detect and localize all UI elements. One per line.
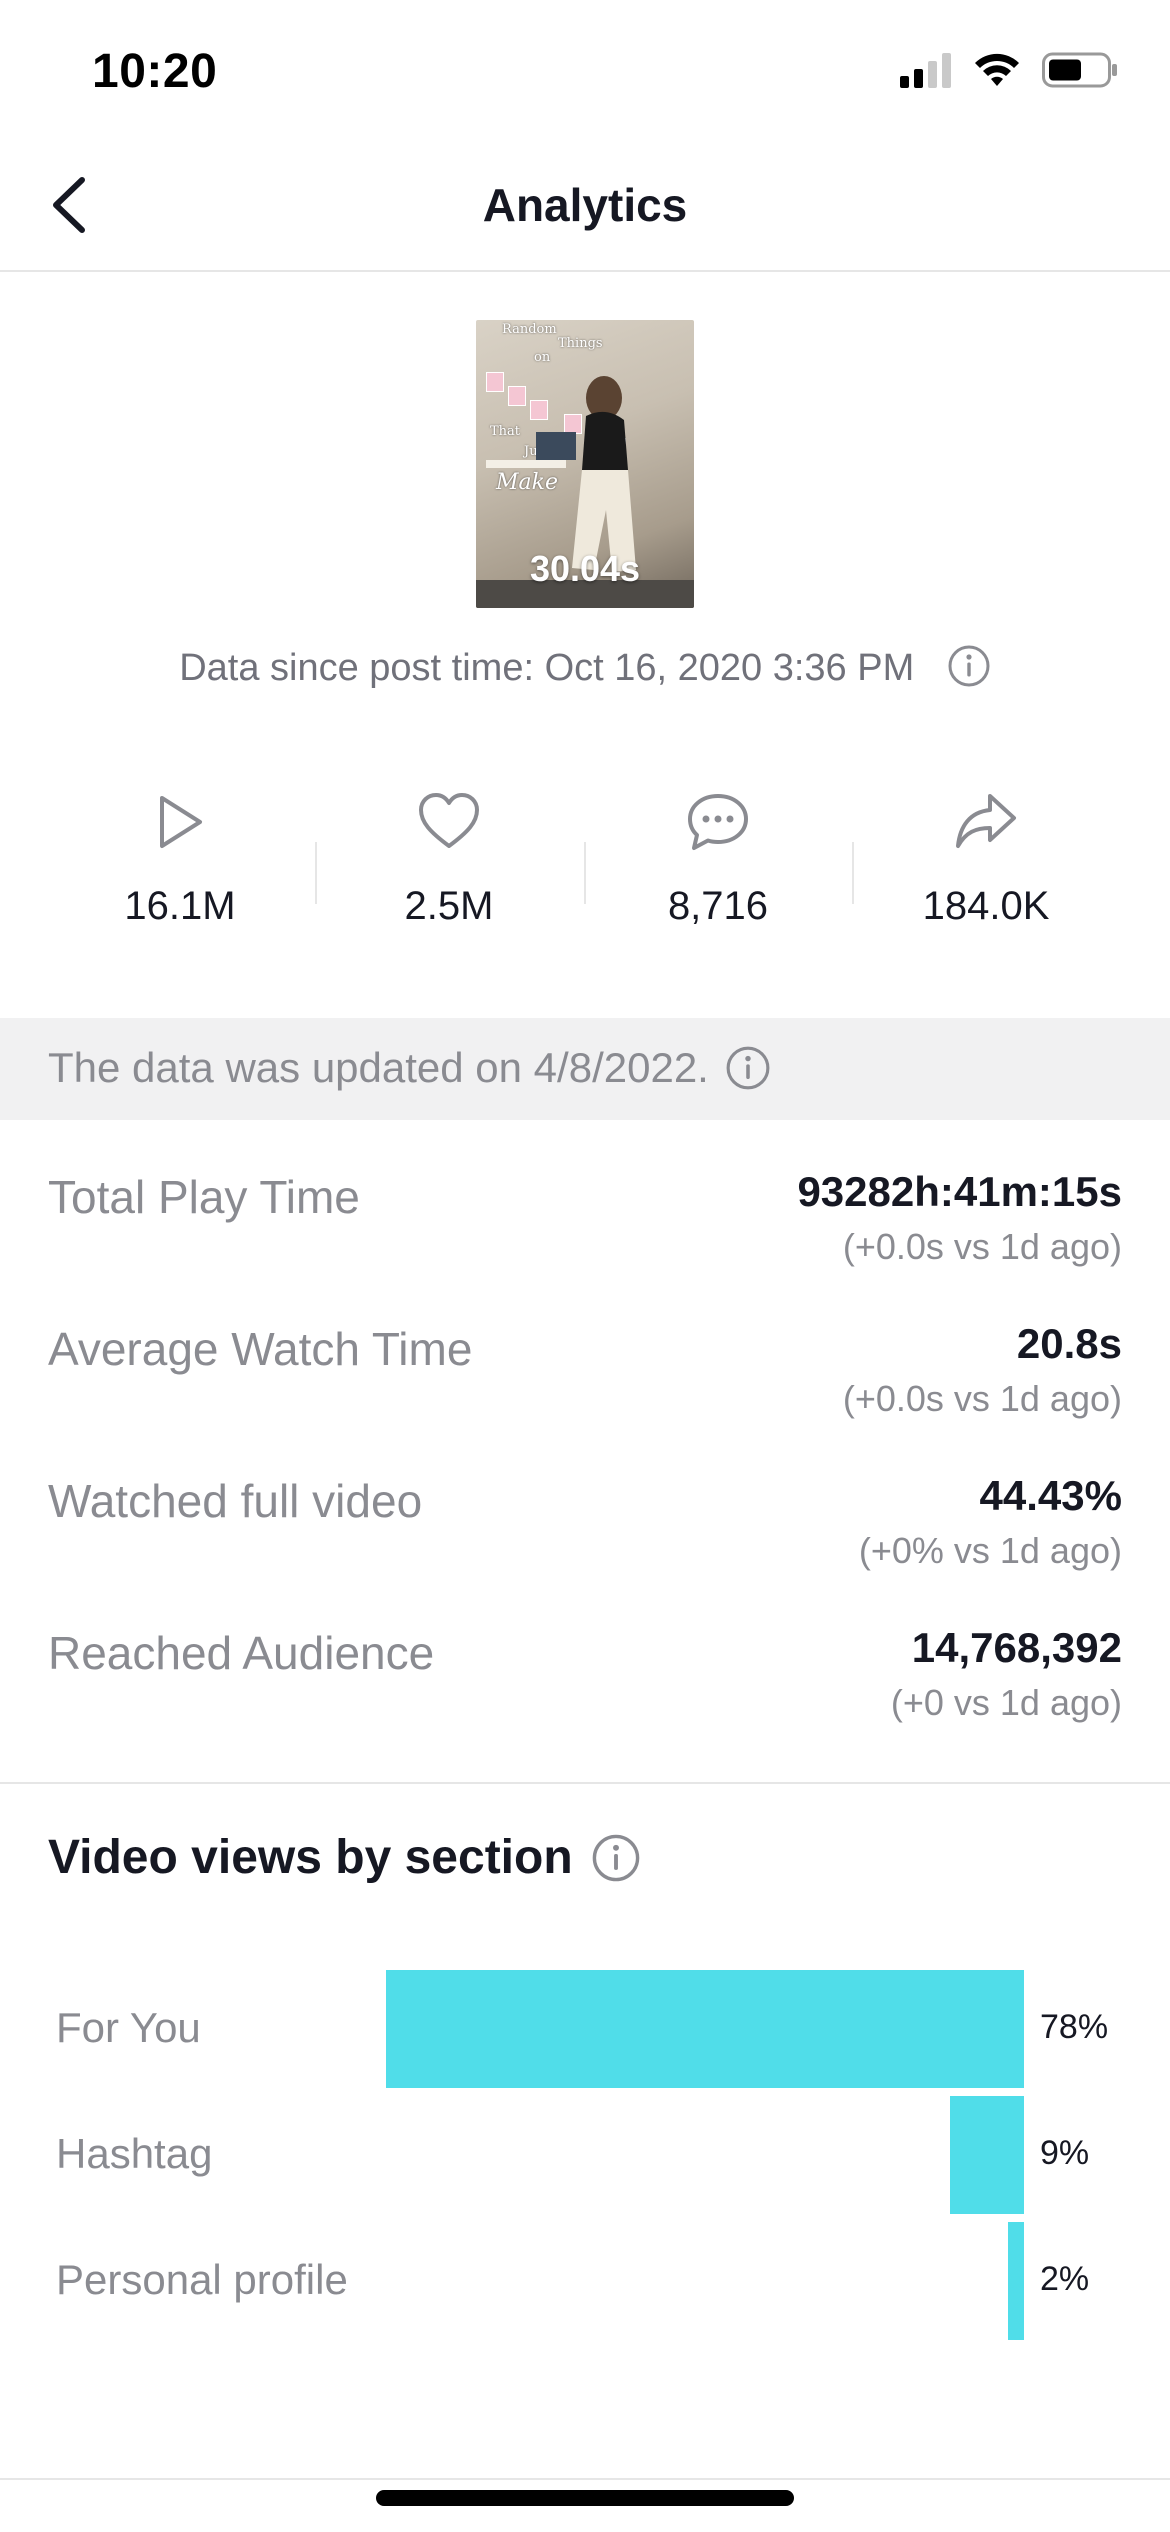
views-by-section-title-row: Video views by section	[48, 1830, 641, 1885]
info-icon[interactable]	[947, 644, 991, 688]
bottom-divider	[0, 2478, 1170, 2480]
metric-value-total-play-time: 93282h:41m:15s	[797, 1168, 1122, 1215]
metric-label-average-watch-time: Average Watch Time	[48, 1323, 473, 1375]
bar	[1008, 2222, 1024, 2340]
data-since-row: Data since post time: Oct 16, 2020 3:36 …	[0, 644, 1170, 690]
metric-value-average-watch-time: 20.8s	[1016, 1320, 1122, 1367]
bar-label: Personal profile	[56, 2256, 348, 2303]
bar-value-label: 78%	[1040, 2008, 1109, 2046]
heart-icon	[419, 793, 479, 848]
stat-value: 8,716	[667, 884, 769, 928]
bar-label: For You	[56, 2004, 201, 2051]
status-icons	[900, 52, 1118, 88]
page-title: Analytics	[482, 179, 688, 231]
home-indicator	[376, 2490, 794, 2506]
bar-value-label: 9%	[1040, 2134, 1090, 2172]
data-since-text: Data since post time: Oct 16, 2020 3:36 …	[179, 647, 915, 689]
play-icon	[160, 796, 202, 848]
views-by-section-title: Video views by section	[48, 1831, 573, 1884]
update-banner-text-row: The data was updated on 4/8/2022.	[48, 1044, 771, 1092]
bar	[386, 1970, 1024, 2088]
video-thumbnail[interactable]: Random Things on That Just Make 30.04s	[476, 320, 694, 608]
info-icon[interactable]	[725, 1045, 771, 1091]
section-divider	[0, 1782, 1170, 1784]
metric-value-watched-full-video: 44.43%	[979, 1472, 1122, 1519]
cellular-signal-icon	[900, 53, 951, 88]
bar-label: Hashtag	[56, 2130, 213, 2177]
status-time: 10:20	[92, 45, 218, 98]
battery-icon	[1042, 52, 1117, 88]
metric-label-reached-audience: Reached Audience	[48, 1627, 435, 1679]
bar-value-label: 2%	[1040, 2260, 1090, 2298]
metric-change-watched-full-video: (+0% vs 1d ago)	[858, 1530, 1122, 1571]
stat-value: 16.1M	[124, 884, 236, 928]
share-icon	[956, 794, 1016, 848]
views-by-section-chart: For You 78% Hashtag 9% Personal profile 2%	[0, 1970, 1170, 2370]
stat-plays: 16.1M	[80, 790, 280, 929]
metric-change-average-watch-time: (+0.0s vs 1d ago)	[842, 1378, 1122, 1419]
update-banner-text: The data was updated on 4/8/2022.	[48, 1044, 709, 1091]
metric-value-reached-audience: 14,768,392	[911, 1624, 1122, 1671]
stat-shares: 184.0K	[886, 790, 1086, 929]
stat-separator	[584, 842, 586, 904]
stat-comments: 8,716	[618, 790, 818, 929]
metric-change-total-play-time: (+0.0s vs 1d ago)	[842, 1226, 1122, 1267]
metric-label-watched-full-video: Watched full video	[48, 1475, 423, 1527]
bar	[950, 2096, 1024, 2214]
comment-icon	[688, 794, 748, 850]
stat-value: 184.0K	[922, 884, 1050, 928]
stat-value: 2.5M	[404, 884, 494, 928]
nav-divider	[0, 270, 1170, 272]
wifi-icon	[975, 53, 1019, 86]
metric-label-total-play-time: Total Play Time	[48, 1171, 360, 1223]
metric-change-reached-audience: (+0 vs 1d ago)	[890, 1682, 1122, 1723]
stat-likes: 2.5M	[349, 790, 549, 929]
stat-separator	[852, 842, 854, 904]
stat-separator	[315, 842, 317, 904]
info-icon[interactable]	[591, 1833, 641, 1883]
video-duration: 30.04s	[529, 548, 641, 589]
